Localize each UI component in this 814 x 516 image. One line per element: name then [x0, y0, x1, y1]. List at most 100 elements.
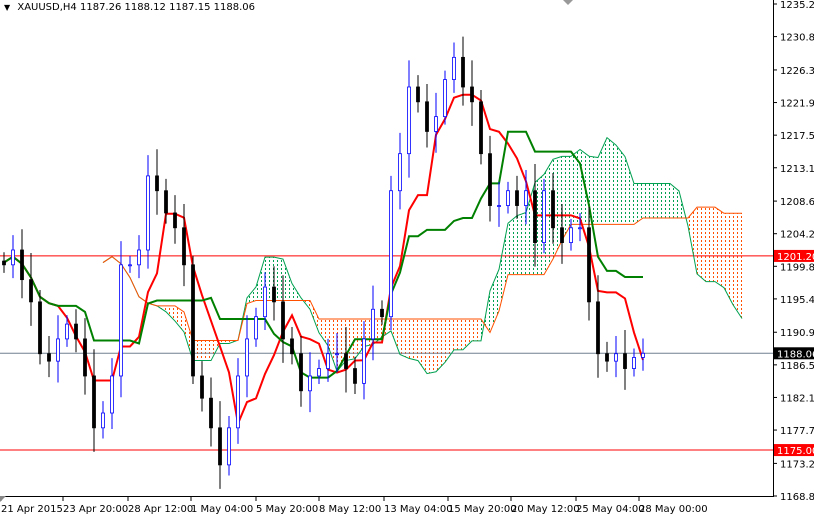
cloud-segment	[454, 319, 463, 350]
candle-body	[290, 338, 294, 355]
level-price-label: 1175.00	[777, 446, 814, 457]
candle-body	[101, 412, 105, 429]
candle-body	[65, 323, 69, 340]
time-tick-label: 28 Apr 12:00	[128, 504, 193, 515]
candle-body	[137, 249, 141, 266]
candle-body	[218, 427, 222, 466]
candle-body	[407, 86, 411, 155]
cloud-segment	[643, 183, 652, 218]
price-tick-label: 1182.10	[780, 393, 814, 404]
candle-body	[389, 190, 393, 318]
price-tick-label: 1195.40	[780, 295, 814, 306]
cloud-segment	[661, 183, 670, 218]
candle-body	[479, 101, 483, 155]
price-tick-label: 1230.80	[780, 33, 814, 44]
candle-body	[470, 86, 474, 103]
candle-body	[569, 227, 573, 243]
candle-body	[146, 175, 150, 251]
cloud-segment	[427, 319, 436, 374]
candle-body	[488, 153, 492, 206]
candle-body	[56, 338, 60, 362]
cloud-segment	[634, 183, 643, 225]
price-tick-label: 1173.20	[780, 459, 814, 470]
candle-body	[632, 357, 636, 369]
candle-body	[317, 368, 321, 377]
price-tick-label: 1204.20	[780, 230, 814, 241]
cloud-segment	[706, 207, 715, 282]
cloud-segment	[715, 207, 724, 288]
cloud-segment	[607, 137, 616, 225]
cloud-segment	[400, 319, 409, 359]
candle-body	[416, 86, 420, 103]
time-tick-label: 25 May 04:00	[576, 504, 645, 515]
candle-body	[110, 375, 114, 414]
candle-body	[155, 175, 159, 192]
candle-body	[173, 212, 177, 229]
cloud-segment	[418, 319, 427, 374]
cloud-segment	[625, 156, 634, 225]
candle-body	[29, 279, 33, 303]
price-tick-label: 1221.90	[780, 99, 814, 110]
cloud-segment	[697, 207, 706, 282]
candle-body	[38, 301, 42, 355]
cloud-segment	[652, 183, 661, 218]
cloud-segment	[391, 319, 400, 355]
candle-body	[398, 153, 402, 192]
cloud-segment	[616, 145, 625, 225]
candle-body	[551, 190, 555, 229]
candle-body	[281, 301, 285, 340]
candle-body	[452, 56, 456, 80]
price-tick-label: 1199.80	[780, 262, 814, 273]
price-chart[interactable]: 1235.20 1230.80 1226.30 1221.90 1217.50 1213.…	[0, 0, 814, 516]
time-tick-label: 28 May 00:00	[639, 504, 708, 515]
level-price-label: 1201.20	[777, 252, 814, 263]
candle-body	[20, 249, 24, 281]
scroll-corner-icon	[0, 496, 6, 502]
candle-body	[344, 353, 348, 369]
candle-body	[623, 353, 627, 369]
cloud-segment	[517, 212, 526, 275]
candle-body	[380, 308, 384, 318]
candle-body	[605, 353, 609, 362]
candle-body	[128, 264, 132, 267]
candle-body	[308, 375, 312, 392]
cloud-segment	[508, 215, 517, 275]
candle-body	[560, 227, 564, 243]
candle-body	[245, 338, 249, 377]
candle-body	[353, 368, 357, 384]
time-tick-label: 15 May 20:00	[448, 504, 517, 515]
cloud-segment	[472, 319, 481, 341]
price-tick-label: 1190.90	[780, 328, 814, 339]
candle-body	[614, 353, 618, 362]
cloud-segment	[319, 319, 328, 346]
cloud-segment	[688, 207, 697, 274]
candle-body	[362, 338, 366, 384]
price-tick-label: 1208.60	[780, 197, 814, 208]
candle-body	[227, 427, 231, 466]
candle-body	[524, 190, 528, 206]
cloud-segment	[202, 340, 211, 361]
candle-body	[191, 264, 195, 377]
candle-body	[182, 227, 186, 266]
chart-shift-marker-icon	[563, 0, 573, 5]
candle-body	[533, 190, 537, 243]
candle-body	[596, 301, 600, 355]
candle-body	[272, 286, 276, 303]
time-tick-label: 1 May 04:00	[191, 504, 253, 515]
candle-body	[254, 316, 258, 340]
time-tick-label: 8 May 12:00	[319, 504, 381, 515]
cloud-segment	[670, 183, 679, 218]
candle-body	[2, 260, 6, 266]
candle-body	[74, 323, 78, 340]
candle-body	[335, 353, 339, 356]
candle-body	[443, 79, 447, 118]
price-tick-label: 1226.30	[780, 66, 814, 77]
candle-body	[263, 286, 267, 318]
cloud-segment	[175, 305, 184, 332]
candle-body	[542, 190, 546, 243]
cloud-segment	[733, 213, 742, 319]
time-tick-label: 20 May 12:00	[511, 504, 580, 515]
candle-body	[497, 205, 501, 207]
price-tick-label: 1168.80	[780, 492, 814, 503]
price-tick-label: 1235.20	[780, 0, 814, 11]
